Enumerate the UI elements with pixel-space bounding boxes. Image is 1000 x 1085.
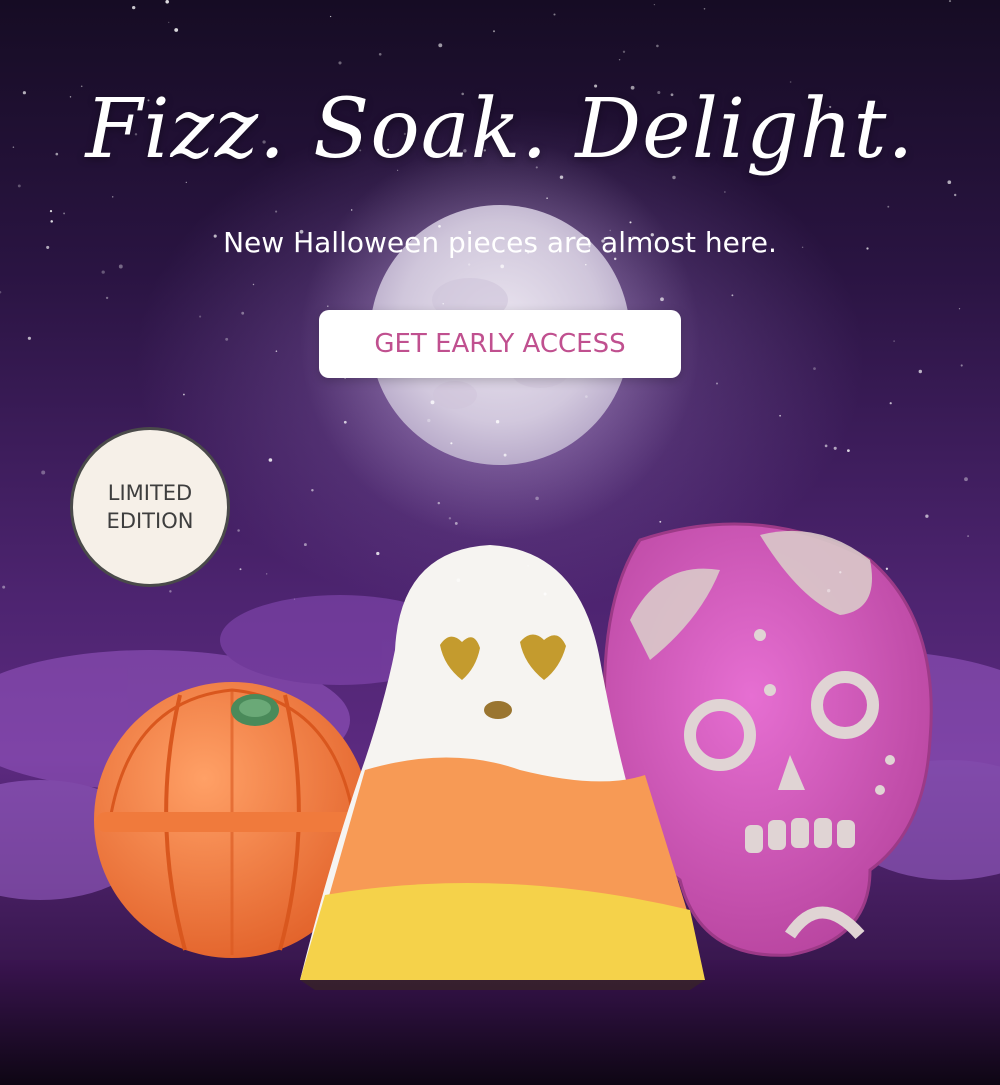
star (111, 196, 114, 198)
star (629, 221, 632, 224)
star (450, 442, 453, 445)
star (50, 220, 53, 223)
star (731, 294, 734, 297)
star (493, 30, 495, 33)
star (585, 263, 587, 266)
star (813, 367, 816, 370)
star (716, 382, 718, 385)
star (960, 364, 963, 367)
star (338, 61, 342, 65)
star (468, 263, 471, 266)
star (118, 264, 123, 269)
star (275, 350, 278, 352)
star (430, 400, 435, 405)
star (266, 573, 268, 575)
badge-line-1: LIMITED (107, 481, 193, 505)
star (169, 590, 172, 593)
star (925, 514, 929, 518)
star (618, 58, 621, 61)
star (293, 598, 296, 600)
star (779, 414, 781, 417)
star (653, 3, 656, 6)
star (546, 197, 548, 200)
star (0, 291, 2, 294)
star (199, 315, 202, 318)
star (17, 184, 21, 188)
star (241, 311, 245, 315)
star (656, 44, 659, 48)
badge-line-2: EDITION (106, 509, 194, 533)
star (237, 529, 240, 532)
star (660, 297, 664, 302)
star (622, 50, 626, 53)
star (427, 418, 431, 423)
star (311, 488, 314, 492)
star (182, 393, 185, 396)
star (947, 180, 952, 185)
star (350, 209, 353, 211)
star (953, 193, 957, 197)
star (442, 303, 444, 305)
star (495, 420, 500, 424)
star (839, 571, 842, 574)
star (376, 551, 380, 556)
star (343, 420, 347, 424)
star (847, 449, 850, 452)
star (132, 5, 136, 10)
star (585, 395, 588, 398)
star (553, 13, 556, 16)
star (438, 43, 443, 48)
headline: Fizz. Soak. Delight. (85, 82, 915, 177)
star (41, 470, 46, 475)
star (268, 458, 273, 462)
star (327, 305, 329, 307)
star (827, 589, 831, 593)
hero-banner: Fizz. Soak. Delight. New Halloween piece… (0, 0, 1000, 1085)
star (448, 517, 452, 520)
star (889, 402, 892, 405)
subheadline: New Halloween pieces are almost here. (223, 226, 777, 259)
star (165, 0, 169, 4)
star (456, 578, 461, 583)
star (225, 337, 229, 341)
star (454, 521, 458, 525)
star (27, 336, 31, 340)
star (724, 191, 726, 193)
star (2, 585, 6, 589)
star (105, 296, 109, 300)
star (964, 477, 968, 482)
star (252, 283, 255, 286)
star (63, 212, 66, 215)
star (918, 369, 923, 374)
star (958, 308, 961, 310)
star (500, 264, 505, 269)
star (437, 501, 441, 505)
star (239, 568, 242, 571)
star (49, 210, 53, 213)
star (535, 496, 539, 501)
star (967, 535, 970, 538)
star (329, 15, 332, 18)
star (703, 8, 706, 10)
star (893, 340, 895, 342)
star (185, 181, 187, 184)
star (824, 444, 828, 448)
star (527, 565, 529, 567)
star (543, 592, 547, 596)
star (101, 270, 105, 274)
star (303, 543, 307, 547)
star (167, 21, 170, 24)
star (948, 0, 952, 3)
star (378, 52, 382, 56)
star (833, 446, 837, 450)
star (174, 28, 179, 32)
star (887, 205, 890, 208)
star (275, 210, 278, 213)
get-early-access-button[interactable]: GET EARLY ACCESS (319, 310, 681, 378)
star (659, 520, 662, 523)
limited-edition-badge: LIMITED EDITION (70, 427, 230, 587)
star (885, 567, 889, 570)
star (503, 453, 507, 457)
